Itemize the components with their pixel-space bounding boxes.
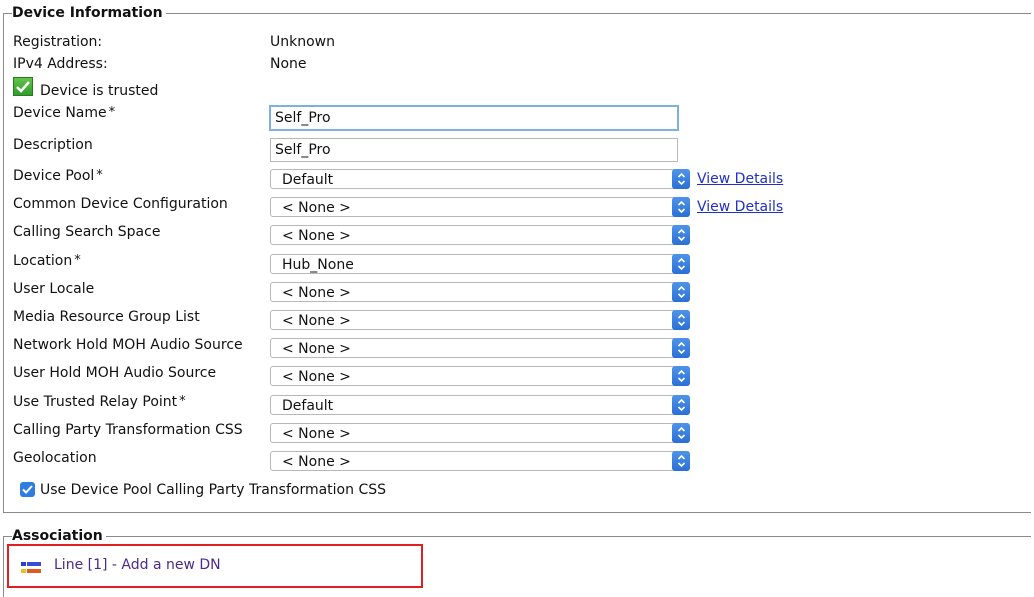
device-trusted-label: Device is trusted [40,83,159,99]
field-select-value: < None > [282,200,351,216]
select-arrows-icon[interactable] [672,282,690,302]
add-new-dn-link[interactable]: Line [1] - Add a new DN [54,556,221,574]
device-name-label: Device Name * [13,105,116,121]
select-arrows-icon[interactable] [672,197,690,217]
trusted-check-icon [13,77,33,96]
field-select-value: < None > [282,454,351,470]
select-arrows-icon[interactable] [672,169,690,189]
field-select[interactable]: < None > [270,225,690,245]
field-select-value: < None > [282,285,351,301]
field-select-value: < None > [282,313,351,329]
field-select[interactable]: Default [270,169,690,189]
field-select[interactable]: < None > [270,451,690,471]
field-select[interactable]: < None > [270,197,690,217]
field-select-value: Default [282,172,334,188]
field-label: Geolocation [13,450,97,466]
field-select[interactable]: Hub_None [270,254,690,274]
common-device-config-view-details-link[interactable]: View Details [697,198,783,216]
description-input[interactable]: Self_Pro [270,138,678,162]
field-label: Network Hold MOH Audio Source [13,337,243,353]
use-pool-css-checkbox[interactable] [20,482,35,497]
field-select-value: < None > [282,369,351,385]
device-pool-view-details-link[interactable]: View Details [697,170,783,188]
field-select-value: Hub_None [282,257,354,273]
select-arrows-icon[interactable] [672,225,690,245]
registration-value: Unknown [270,34,335,50]
select-arrows-icon[interactable] [672,451,690,471]
field-select[interactable]: < None > [270,366,690,386]
select-arrows-icon[interactable] [672,366,690,386]
registration-label: Registration: [13,34,103,50]
field-label: Device Pool * [13,168,103,184]
ipv4-label: IPv4 Address: [13,56,108,72]
device-name-input[interactable]: Self_Pro [269,105,679,131]
field-select[interactable]: < None > [270,338,690,358]
device-information-legend: Device Information [12,5,166,21]
field-label: Common Device Configuration [13,196,228,212]
field-label: User Hold MOH Audio Source [13,365,217,381]
description-label: Description [13,137,93,153]
field-select-value: Default [282,398,334,414]
field-label: Calling Search Space [13,224,161,240]
ipv4-value: None [270,56,307,72]
field-label: Location * [13,253,81,269]
select-arrows-icon[interactable] [672,338,690,358]
field-label: Calling Party Transformation CSS [13,422,243,438]
field-select-value: < None > [282,228,351,244]
association-legend: Association [12,528,106,544]
line-icon [21,562,41,573]
field-select-value: < None > [282,426,351,442]
field-select[interactable]: < None > [270,282,690,302]
select-arrows-icon[interactable] [672,395,690,415]
field-label: User Locale [13,281,95,297]
use-pool-css-label: Use Device Pool Calling Party Transforma… [40,482,386,498]
field-select[interactable]: < None > [270,310,690,330]
select-arrows-icon[interactable] [672,310,690,330]
field-label: Media Resource Group List [13,309,200,325]
select-arrows-icon[interactable] [672,423,690,443]
field-select[interactable]: < None > [270,423,690,443]
field-label: Use Trusted Relay Point * [13,394,186,410]
field-select-value: < None > [282,341,351,357]
field-select[interactable]: Default [270,395,690,415]
select-arrows-icon[interactable] [672,254,690,274]
